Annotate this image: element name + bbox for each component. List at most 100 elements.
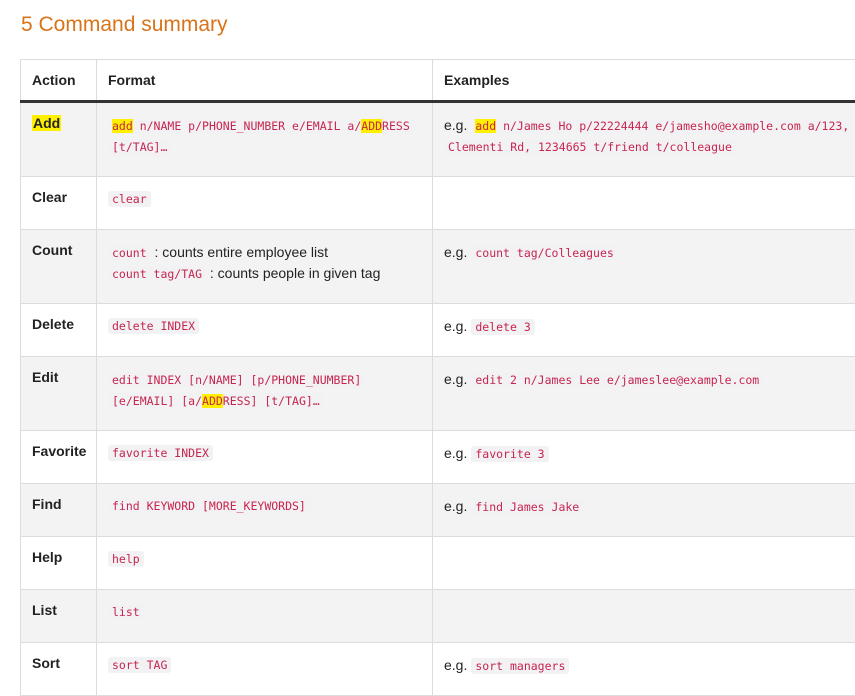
format-count-code1: count — [108, 245, 151, 261]
command-summary-table: Action Format Examples Add add n/NAME p/… — [20, 59, 855, 696]
cell-format-find: find KEYWORD [MORE_KEYWORDS] — [97, 484, 433, 537]
header-format: Format — [97, 60, 433, 102]
example-favorite-line: e.g.favorite 3 — [444, 443, 855, 464]
cell-action-favorite: Favorite — [21, 431, 97, 484]
eg-prefix: e.g. — [444, 657, 467, 673]
page-title: 5 Command summary — [21, 13, 228, 37]
table-row-count: Count count : counts entire employee lis… — [21, 230, 855, 304]
eg-prefix: e.g. — [444, 117, 467, 133]
format-add-cmd: add — [112, 119, 133, 133]
header-action: Action — [21, 60, 97, 102]
example-edit: edit 2 n/James Lee e/jameslee@example.co… — [471, 372, 763, 388]
example-favorite: favorite 3 — [471, 446, 548, 462]
cell-action-help: Help — [21, 537, 97, 590]
format-count-line2: count tag/TAG : counts people in given t… — [108, 263, 421, 284]
action-count: Count — [32, 242, 72, 258]
example-find-line: e.g.find James Jake — [444, 496, 855, 517]
example-delete: delete 3 — [471, 319, 534, 335]
format-count-line1: count : counts entire employee list — [108, 242, 421, 263]
format-add-line1: add n/NAME p/PHONE_NUMBER e/EMAIL a/ADDR… — [108, 115, 421, 136]
cell-example-delete: e.g.delete 3 — [433, 304, 855, 357]
cell-example-favorite: e.g.favorite 3 — [433, 431, 855, 484]
action-list: List — [32, 602, 57, 618]
eg-prefix: e.g. — [444, 371, 467, 387]
cell-example-edit: e.g.edit 2 n/James Lee e/jameslee@exampl… — [433, 357, 855, 431]
cell-example-find: e.g.find James Jake — [433, 484, 855, 537]
eg-prefix: e.g. — [444, 498, 467, 514]
example-delete-line: e.g.delete 3 — [444, 316, 855, 337]
table-row-delete: Delete delete INDEX e.g.delete 3 — [21, 304, 855, 357]
cell-example-count: e.g.count tag/Colleagues — [433, 230, 855, 304]
cell-format-favorite: favorite INDEX — [97, 431, 433, 484]
example-sort: sort managers — [471, 658, 569, 674]
cell-format-add: add n/NAME p/PHONE_NUMBER e/EMAIL a/ADDR… — [97, 102, 433, 177]
table-row-clear: Clear clear — [21, 177, 855, 230]
cell-action-clear: Clear — [21, 177, 97, 230]
format-edit-line2a: [e/EMAIL] [a/ — [112, 394, 202, 408]
table-header-row: Action Format Examples — [21, 60, 855, 102]
cell-example-list — [433, 590, 855, 643]
format-edit-line2b: RESS] [t/TAG]… — [223, 394, 320, 408]
format-count-code2: count tag/TAG — [108, 266, 206, 282]
action-clear: Clear — [32, 189, 67, 205]
format-edit-line1: edit INDEX [n/NAME] [p/PHONE_NUMBER] — [108, 369, 421, 390]
example-find: find James Jake — [471, 499, 583, 515]
table-row-add: Add add n/NAME p/PHONE_NUMBER e/EMAIL a/… — [21, 102, 855, 177]
example-edit-line: e.g.edit 2 n/James Lee e/jameslee@exampl… — [444, 369, 855, 390]
table-row-edit: Edit edit INDEX [n/NAME] [p/PHONE_NUMBER… — [21, 357, 855, 431]
cell-example-add: e.g. add n/James Ho p/22224444 e/jamesho@… — [433, 102, 855, 177]
format-add-end2: [t/TAG]… — [108, 139, 171, 155]
eg-prefix: e.g. — [444, 244, 467, 260]
cell-format-delete: delete INDEX — [97, 304, 433, 357]
action-help: Help — [32, 549, 62, 565]
format-sort: sort TAG — [108, 657, 171, 673]
action-favorite: Favorite — [32, 443, 86, 459]
eg-prefix: e.g. — [444, 445, 467, 461]
action-add: Add — [32, 115, 61, 131]
table-row-find: Find find KEYWORD [MORE_KEYWORDS] e.g.fi… — [21, 484, 855, 537]
format-add-hl: ADD — [361, 119, 382, 133]
format-add-end1: RESS — [382, 119, 410, 133]
action-delete: Delete — [32, 316, 74, 332]
cell-action-edit: Edit — [21, 357, 97, 431]
cell-format-help: help — [97, 537, 433, 590]
example-add-cmd: add — [475, 119, 496, 133]
action-edit: Edit — [32, 369, 58, 385]
format-edit-code1: edit INDEX [n/NAME] [p/PHONE_NUMBER] — [108, 372, 365, 388]
cell-example-clear — [433, 177, 855, 230]
format-help: help — [108, 551, 144, 567]
cell-action-find: Find — [21, 484, 97, 537]
header-examples: Examples — [433, 60, 855, 102]
format-add-line2: [t/TAG]… — [108, 136, 421, 157]
format-delete: delete INDEX — [108, 318, 199, 334]
format-favorite: favorite INDEX — [108, 445, 213, 461]
cell-example-sort: e.g.sort managers — [433, 643, 855, 696]
table-row-help: Help help — [21, 537, 855, 590]
example-count: count tag/Colleagues — [471, 245, 617, 261]
format-add-mid: n/NAME p/PHONE_NUMBER e/EMAIL a/ — [133, 119, 361, 133]
cell-action-delete: Delete — [21, 304, 97, 357]
format-find: find KEYWORD [MORE_KEYWORDS] — [108, 498, 310, 514]
example-add-line1: e.g. add n/James Ho p/22224444 e/jamesho@… — [444, 115, 855, 136]
cell-format-sort: sort TAG — [97, 643, 433, 696]
format-edit-hl: ADD — [202, 394, 223, 408]
example-add-line2: Clementi Rd, 1234665 t/friend t/colleagu… — [444, 136, 855, 157]
action-find: Find — [32, 496, 62, 512]
cell-action-add: Add — [21, 102, 97, 177]
cell-format-count: count : counts entire employee list coun… — [97, 230, 433, 304]
cell-action-list: List — [21, 590, 97, 643]
format-clear: clear — [108, 191, 151, 207]
action-sort: Sort — [32, 655, 60, 671]
example-count-line: e.g.count tag/Colleagues — [444, 242, 855, 263]
cell-example-help — [433, 537, 855, 590]
example-add-text2: Clementi Rd, 1234665 t/friend t/colleagu… — [444, 139, 736, 155]
table-row-sort: Sort sort TAG e.g.sort managers — [21, 643, 855, 696]
example-sort-line: e.g.sort managers — [444, 655, 855, 676]
format-count-text1: : counts entire employee list — [151, 244, 328, 260]
eg-prefix: e.g. — [444, 318, 467, 334]
table-row-favorite: Favorite favorite INDEX e.g.favorite 3 — [21, 431, 855, 484]
format-edit-line2: [e/EMAIL] [a/ADDRESS] [t/TAG]… — [108, 390, 421, 411]
cell-action-sort: Sort — [21, 643, 97, 696]
table-row-list: List list — [21, 590, 855, 643]
example-add-text1: n/James Ho p/22224444 e/jamesho@example.… — [496, 119, 849, 133]
